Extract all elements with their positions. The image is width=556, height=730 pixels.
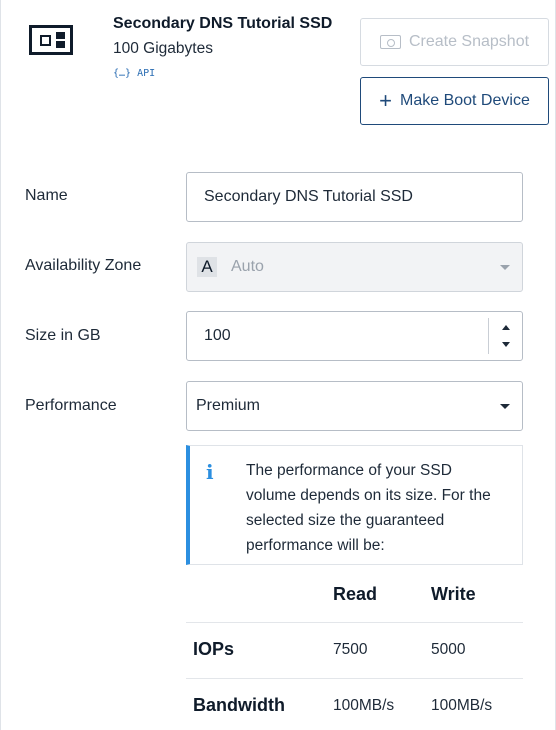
- table-divider: [186, 678, 523, 679]
- name-input[interactable]: [187, 173, 522, 221]
- api-link[interactable]: {…} API: [113, 68, 155, 79]
- table-cell-read: 100MB/s: [333, 697, 395, 714]
- volume-size: 100 Gigabytes: [113, 40, 213, 57]
- chevron-down-icon: [500, 265, 510, 270]
- volume-icon: [29, 25, 73, 55]
- table-cell-read: 7500: [333, 641, 368, 658]
- table-divider: [186, 622, 523, 623]
- info-icon: i: [206, 460, 214, 484]
- table-header-write: Write: [431, 584, 476, 604]
- table-row-label: IOPs: [193, 639, 235, 659]
- create-snapshot-button: Create Snapshot: [360, 18, 549, 66]
- volume-details-panel: Secondary DNS Tutorial SSD 100 Gigabytes…: [0, 0, 556, 730]
- stepper-down-icon[interactable]: [502, 342, 510, 347]
- size-label: Size in GB: [25, 327, 101, 344]
- volume-name: Secondary DNS Tutorial SSD: [113, 15, 333, 32]
- create-snapshot-label: Create Snapshot: [408, 33, 530, 50]
- make-boot-device-label: Make Boot Device: [400, 92, 530, 109]
- name-field-wrapper: [186, 172, 523, 222]
- table-header-read: Read: [333, 584, 378, 604]
- size-field-wrapper: [186, 311, 523, 361]
- name-label: Name: [25, 187, 68, 204]
- performance-value: Premium: [196, 397, 261, 414]
- availability-zone-label: Availability Zone: [25, 257, 142, 274]
- stepper-up-icon[interactable]: [502, 325, 510, 330]
- availability-zone-value: Auto: [231, 258, 264, 275]
- table-row-label: Bandwidth: [193, 695, 285, 715]
- availability-zone-select: A Auto: [186, 242, 523, 292]
- performance-label: Performance: [25, 397, 117, 414]
- table-cell-write: 5000: [431, 641, 466, 658]
- performance-select[interactable]: Premium: [186, 381, 523, 431]
- size-stepper: [488, 318, 522, 354]
- make-boot-device-button[interactable]: + Make Boot Device: [360, 77, 549, 125]
- chevron-down-icon: [500, 404, 510, 409]
- camera-icon: [379, 35, 401, 49]
- table-cell-write: 100MB/s: [431, 697, 493, 714]
- plus-icon: +: [379, 88, 392, 113]
- performance-info-box: i The performance of your SSD volume dep…: [186, 445, 523, 565]
- info-text: The performance of your SSD volume depen…: [246, 462, 491, 554]
- size-input[interactable]: [187, 312, 522, 360]
- zone-a-icon: A: [197, 257, 217, 277]
